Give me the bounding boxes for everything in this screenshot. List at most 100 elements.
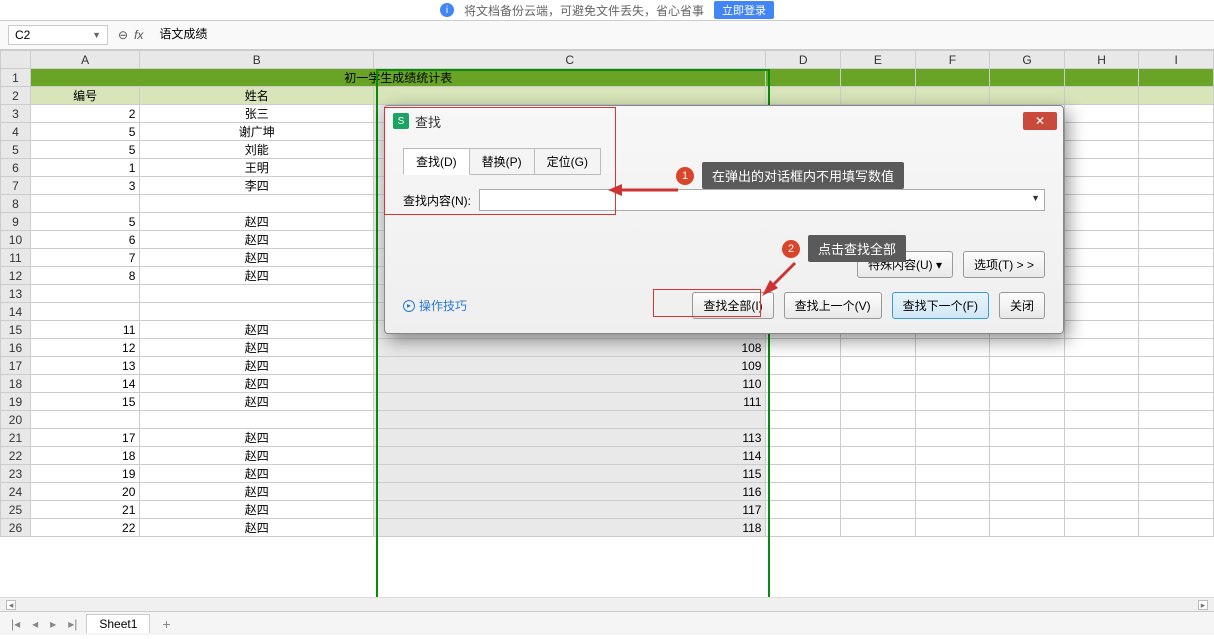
cell[interactable]: 谢广坤 — [140, 123, 374, 141]
cell[interactable] — [841, 483, 916, 501]
cell[interactable] — [915, 393, 990, 411]
cell[interactable] — [1064, 501, 1139, 519]
row-header[interactable]: 8 — [1, 195, 31, 213]
row-header[interactable]: 15 — [1, 321, 31, 339]
cell[interactable] — [1064, 447, 1139, 465]
cell[interactable] — [1139, 501, 1214, 519]
cell[interactable] — [374, 411, 766, 429]
cell[interactable] — [915, 465, 990, 483]
cell[interactable] — [1139, 249, 1214, 267]
row-header[interactable]: 14 — [1, 303, 31, 321]
cell[interactable]: 113 — [374, 429, 766, 447]
cell[interactable] — [1139, 321, 1214, 339]
cell[interactable]: 117 — [374, 501, 766, 519]
cell[interactable] — [841, 501, 916, 519]
dropdown-icon[interactable]: ▼ — [92, 30, 101, 40]
cell[interactable] — [1064, 375, 1139, 393]
row-header[interactable]: 11 — [1, 249, 31, 267]
cell[interactable] — [766, 429, 841, 447]
cell[interactable]: 赵四 — [140, 429, 374, 447]
cell[interactable] — [1064, 105, 1139, 123]
cell[interactable]: 2 — [30, 105, 139, 123]
cell[interactable] — [1139, 303, 1214, 321]
cell[interactable] — [990, 411, 1065, 429]
cell[interactable] — [766, 69, 841, 87]
cell[interactable] — [140, 303, 374, 321]
cell[interactable]: 19 — [30, 465, 139, 483]
tab-replace[interactable]: 替换(P) — [470, 148, 535, 175]
row-header[interactable]: 18 — [1, 375, 31, 393]
col-header[interactable]: A — [30, 51, 139, 69]
cell[interactable]: 赵四 — [140, 393, 374, 411]
cell[interactable]: 5 — [30, 213, 139, 231]
row-header[interactable]: 6 — [1, 159, 31, 177]
cell[interactable] — [841, 339, 916, 357]
sheet-next-icon[interactable]: ▸ — [47, 617, 59, 631]
cell[interactable] — [766, 519, 841, 537]
cell[interactable] — [1064, 411, 1139, 429]
cell[interactable] — [1064, 195, 1139, 213]
cell[interactable] — [990, 375, 1065, 393]
cell[interactable] — [766, 483, 841, 501]
cell[interactable] — [990, 339, 1065, 357]
cell[interactable] — [915, 375, 990, 393]
find-next-button[interactable]: 查找下一个(F) — [892, 292, 989, 319]
cell[interactable] — [1064, 123, 1139, 141]
table-title[interactable]: 初一学生成绩统计表 — [30, 69, 766, 87]
cell[interactable]: 17 — [30, 429, 139, 447]
cell[interactable] — [766, 339, 841, 357]
cell[interactable]: 114 — [374, 447, 766, 465]
row-header[interactable]: 19 — [1, 393, 31, 411]
cell[interactable]: 赵四 — [140, 267, 374, 285]
row-header[interactable]: 9 — [1, 213, 31, 231]
row-header[interactable]: 5 — [1, 141, 31, 159]
horizontal-scrollbar[interactable]: ◂ ▸ — [0, 597, 1214, 611]
cell[interactable] — [1139, 195, 1214, 213]
scroll-right-icon[interactable]: ▸ — [1198, 600, 1208, 610]
cell[interactable] — [1139, 519, 1214, 537]
col-header[interactable]: E — [841, 51, 916, 69]
cell[interactable] — [1139, 393, 1214, 411]
cell[interactable] — [140, 285, 374, 303]
tab-find[interactable]: 查找(D) — [403, 148, 470, 175]
col-header[interactable]: I — [1139, 51, 1214, 69]
cell[interactable] — [30, 285, 139, 303]
cell[interactable]: 刘能 — [140, 141, 374, 159]
cell[interactable] — [1139, 429, 1214, 447]
sheet-first-icon[interactable]: |◂ — [8, 617, 23, 631]
cell[interactable] — [841, 375, 916, 393]
cell[interactable]: 赵四 — [140, 231, 374, 249]
cell[interactable] — [990, 429, 1065, 447]
cell[interactable] — [1064, 249, 1139, 267]
find-all-button[interactable]: 查找全部(I) — [692, 292, 773, 319]
tips-link[interactable]: ▸ 操作技巧 — [403, 297, 467, 314]
cell[interactable] — [1064, 465, 1139, 483]
cell[interactable] — [1139, 105, 1214, 123]
row-header[interactable]: 20 — [1, 411, 31, 429]
col-header[interactable]: F — [915, 51, 990, 69]
cell[interactable] — [990, 447, 1065, 465]
header-cell[interactable] — [374, 87, 766, 105]
cell[interactable]: 赵四 — [140, 375, 374, 393]
cell[interactable] — [1064, 267, 1139, 285]
row-header[interactable]: 13 — [1, 285, 31, 303]
cell[interactable] — [766, 501, 841, 519]
cell[interactable]: 1 — [30, 159, 139, 177]
cell[interactable] — [990, 357, 1065, 375]
tab-goto[interactable]: 定位(G) — [535, 148, 601, 175]
cell[interactable]: 11 — [30, 321, 139, 339]
cell[interactable] — [915, 501, 990, 519]
col-header[interactable]: D — [766, 51, 841, 69]
cell[interactable]: 张三 — [140, 105, 374, 123]
cell[interactable]: 5 — [30, 141, 139, 159]
row-header[interactable]: 10 — [1, 231, 31, 249]
row-header[interactable]: 2 — [1, 87, 31, 105]
cell[interactable] — [841, 465, 916, 483]
cell[interactable] — [1064, 357, 1139, 375]
cell[interactable]: 115 — [374, 465, 766, 483]
cell[interactable]: 20 — [30, 483, 139, 501]
cell[interactable] — [1139, 411, 1214, 429]
cell[interactable] — [766, 87, 841, 105]
cell[interactable] — [915, 483, 990, 501]
cell[interactable]: 109 — [374, 357, 766, 375]
